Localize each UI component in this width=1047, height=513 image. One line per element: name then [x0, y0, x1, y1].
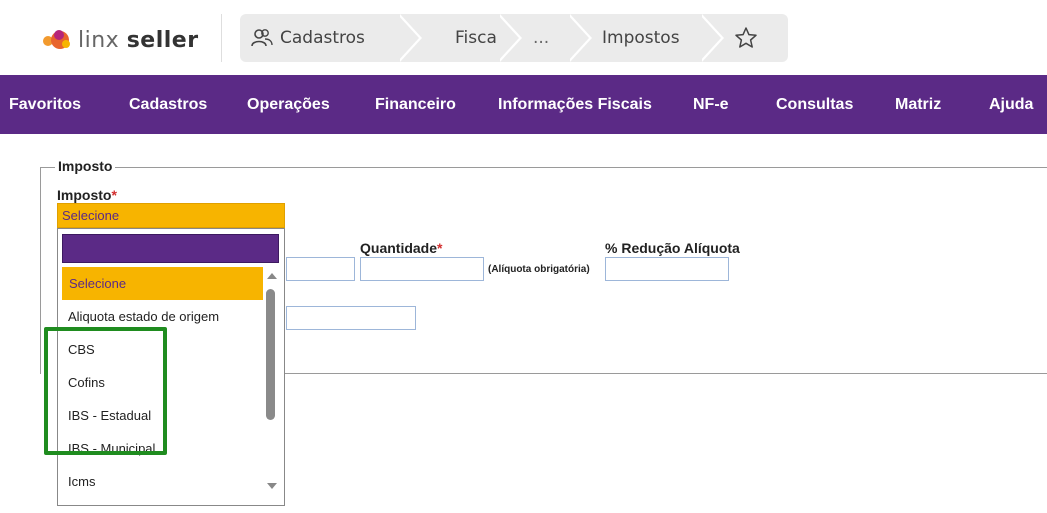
scroll-down-icon[interactable]	[267, 483, 277, 489]
imposto-label-text: Imposto	[57, 187, 112, 203]
second-row-input[interactable]	[286, 306, 416, 330]
breadcrumb-impostos[interactable]: Impostos	[602, 14, 680, 62]
highlight-box	[44, 327, 167, 455]
quantidade-label: Quantidade*	[360, 240, 442, 256]
users-icon	[251, 29, 273, 47]
dropdown-option[interactable]: Selecione	[62, 267, 263, 300]
quantidade-label-text: Quantidade	[360, 240, 438, 256]
logo-text: linx seller	[78, 28, 199, 53]
menu-matriz[interactable]: Matriz	[895, 75, 941, 134]
required-mark: *	[437, 240, 443, 256]
breadcrumb-separator-fill	[497, 14, 519, 62]
breadcrumb-cadastros[interactable]: Cadastros	[250, 14, 365, 62]
logo-text-bold: seller	[126, 27, 199, 53]
breadcrumb-fiscal[interactable]: Fiscal	[455, 14, 502, 62]
reducao-aliquota-label: % Redução Alíquota	[605, 240, 740, 256]
breadcrumb-separator-fill	[397, 14, 419, 62]
breadcrumb-separator-fill	[567, 14, 589, 62]
menu-financeiro[interactable]: Financeiro	[375, 75, 456, 134]
required-mark: *	[111, 187, 117, 203]
breadcrumb-ellipsis[interactable]: ...	[533, 14, 549, 62]
dropdown-option[interactable]: -	[58, 498, 263, 505]
star-icon[interactable]	[734, 26, 758, 50]
menu-cadastros[interactable]: Cadastros	[129, 75, 207, 134]
breadcrumb-separator-fill	[699, 14, 721, 62]
logo-text-light: linx	[78, 27, 120, 53]
scrollbar-thumb[interactable]	[266, 289, 275, 420]
breadcrumb-cadastros-label: Cadastros	[280, 28, 365, 48]
scroll-up-icon[interactable]	[267, 273, 277, 279]
menu-ajuda[interactable]: Ajuda	[989, 75, 1033, 134]
header-divider	[221, 14, 222, 62]
menu-operacoes[interactable]: Operações	[247, 75, 330, 134]
fieldset-border-top	[40, 167, 1047, 168]
reducao-aliquota-input[interactable]	[605, 257, 729, 281]
menu-consultas[interactable]: Consultas	[776, 75, 853, 134]
aliquota-note: (Alíquota obrigatória)	[488, 264, 590, 275]
breadcrumb: Cadastros Fiscal ... Impostos	[240, 14, 788, 62]
menu-nfe[interactable]: NF-e	[693, 75, 729, 134]
top-header: linx seller Cadastros Fiscal ... Imposto…	[0, 0, 1047, 75]
logo[interactable]: linx seller	[42, 25, 199, 55]
fieldset-border-left	[40, 167, 41, 374]
menu-informacoes-fiscais[interactable]: Informações Fiscais	[498, 75, 652, 134]
fieldset-border-bottom	[283, 373, 1047, 374]
linx-logo-icon	[43, 30, 70, 49]
imposto-select-value: Selecione	[62, 208, 120, 223]
dropdown-scrollbar[interactable]	[263, 267, 279, 497]
main-menu: Favoritos Cadastros Operações Financeiro…	[0, 75, 1047, 134]
imposto-label: Imposto*	[57, 187, 117, 203]
dropdown-search-input[interactable]	[62, 234, 279, 263]
imposto-select[interactable]: Selecione	[57, 203, 285, 228]
quantidade-input[interactable]	[360, 257, 484, 281]
dropdown-option[interactable]: Icms	[58, 465, 263, 498]
hidden-left-input[interactable]	[286, 257, 355, 281]
menu-favoritos[interactable]: Favoritos	[9, 75, 81, 134]
fieldset-legend: Imposto	[55, 158, 116, 174]
